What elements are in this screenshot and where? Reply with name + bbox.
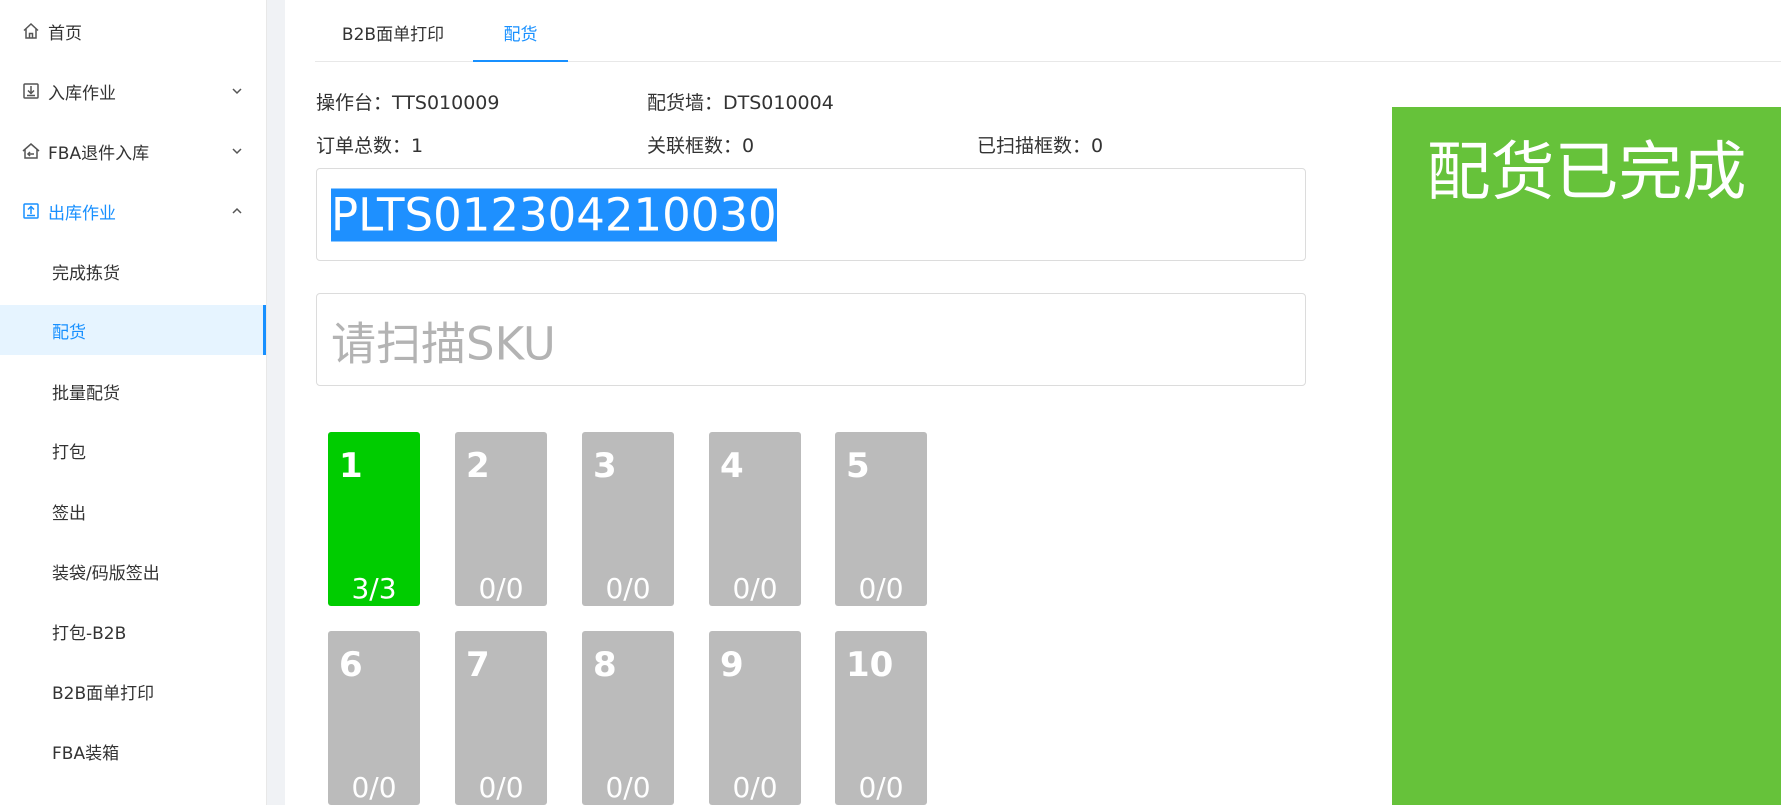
slot-number: 3 <box>593 446 617 486</box>
linked-boxes-info: 关联框数：0 <box>647 135 755 157</box>
sidebar-item-label: 打包 <box>52 442 86 463</box>
sidebar-item-label: FBA装箱 <box>52 743 120 764</box>
slot-number: 2 <box>466 446 490 486</box>
slot-6[interactable]: 6 0/0 <box>328 631 420 805</box>
slot-5[interactable]: 5 0/0 <box>835 432 927 606</box>
sidebar-item-fba-boxing[interactable]: FBA装箱 <box>0 726 266 776</box>
order-scan-input[interactable]: PLTS012304210030 <box>316 168 1306 261</box>
slot-number: 1 <box>339 446 363 486</box>
sidebar-item-label: 首页 <box>48 23 82 44</box>
sidebar-item-label: B2B面单打印 <box>52 683 155 704</box>
scanned-boxes-info: 已扫描框数：0 <box>977 135 1104 157</box>
sidebar-item-label: FBA退件入库 <box>48 143 150 164</box>
sidebar-item-finish-picking[interactable]: 完成拣货 <box>0 246 266 296</box>
status-text: 配货已完成 <box>1426 136 1747 210</box>
wall-info: 配货墙：DTS010004 <box>647 92 834 114</box>
sidebar-item-outbound[interactable]: 出库作业 <box>0 186 266 236</box>
slot-number: 8 <box>593 645 617 685</box>
slot-10[interactable]: 10 0/0 <box>835 631 927 805</box>
slot-count: 0/0 <box>478 771 524 804</box>
sidebar-item-home[interactable]: 首页 <box>0 6 266 56</box>
sku-scan-placeholder: 请扫描SKU <box>331 317 556 370</box>
slot-7[interactable]: 7 0/0 <box>455 631 547 805</box>
sidebar-item-bag-pallet-checkout[interactable]: 装袋/码版签出 <box>0 546 266 596</box>
chevron-down-icon <box>232 88 242 95</box>
sidebar-item-b2b-label-print[interactable]: B2B面单打印 <box>0 666 266 716</box>
sidebar-item-inbound[interactable]: 入库作业 <box>0 66 266 116</box>
sidebar-item-label: 完成拣货 <box>52 263 120 284</box>
sidebar-item-label: 配货 <box>52 322 86 343</box>
slot-number: 4 <box>720 446 744 486</box>
sidebar-item-label: 入库作业 <box>48 83 116 104</box>
status-panel: 配货已完成 <box>1392 107 1781 805</box>
sidebar-item-label: 出库作业 <box>48 203 116 224</box>
slot-count: 0/0 <box>351 771 397 804</box>
slot-number: 10 <box>846 645 894 685</box>
main-content: B2B面单打印 配货 操作台：TTS010009 配货墙：DTS010004 订… <box>285 0 1781 805</box>
chevron-up-icon <box>232 207 242 214</box>
sidebar-item-batch-distribution[interactable]: 批量配货 <box>0 366 266 416</box>
slot-1[interactable]: 1 3/3 <box>328 432 420 606</box>
slot-count: 3/3 <box>351 572 397 605</box>
sidebar-item-fba-return[interactable]: FBA退件入库 <box>0 126 266 176</box>
sidebar-item-label: 打包-B2B <box>52 623 127 644</box>
slot-8[interactable]: 8 0/0 <box>582 631 674 805</box>
sidebar-item-packing[interactable]: 打包 <box>0 425 266 475</box>
slot-number: 7 <box>466 645 490 685</box>
sku-scan-input[interactable]: 请扫描SKU <box>316 293 1306 386</box>
order-scan-value: PLTS012304210030 <box>331 188 777 241</box>
home-icon <box>20 20 42 42</box>
tab-distribution[interactable]: 配货 <box>473 0 568 62</box>
slot-count: 0/0 <box>478 572 524 605</box>
slot-9[interactable]: 9 0/0 <box>709 631 801 805</box>
slot-2[interactable]: 2 0/0 <box>455 432 547 606</box>
slot-number: 9 <box>720 645 744 685</box>
chevron-down-icon <box>232 148 242 155</box>
slot-3[interactable]: 3 0/0 <box>582 432 674 606</box>
tab-bar: B2B面单打印 配货 <box>315 0 1781 62</box>
sidebar-item-label: 签出 <box>52 503 86 524</box>
slot-4[interactable]: 4 0/0 <box>709 432 801 606</box>
slot-count: 0/0 <box>605 572 651 605</box>
slot-count: 0/0 <box>605 771 651 804</box>
sidebar-item-distribution[interactable]: 配货 <box>0 305 266 355</box>
slot-number: 6 <box>339 645 363 685</box>
slot-count: 0/0 <box>858 771 904 804</box>
sidebar-item-packing-b2b[interactable]: 打包-B2B <box>0 606 266 656</box>
slot-number: 5 <box>846 446 870 486</box>
return-home-icon <box>20 140 42 162</box>
tab-b2b-label-print[interactable]: B2B面单打印 <box>315 0 471 60</box>
outbound-icon <box>20 200 42 222</box>
sidebar: 首页 入库作业 FBA退件入库 出库作业 完成拣货 配货 批量配货 打包 签出 <box>0 0 267 805</box>
slot-count: 0/0 <box>732 771 778 804</box>
sidebar-item-label: 装袋/码版签出 <box>52 563 160 584</box>
inbound-icon <box>20 80 42 102</box>
slot-count: 0/0 <box>732 572 778 605</box>
sidebar-item-checkout[interactable]: 签出 <box>0 486 266 536</box>
slot-count: 0/0 <box>858 572 904 605</box>
content-gutter <box>267 0 285 805</box>
workstation-info: 操作台：TTS010009 <box>316 92 500 114</box>
sidebar-item-label: 批量配货 <box>52 383 120 404</box>
order-total-info: 订单总数：1 <box>316 135 424 157</box>
